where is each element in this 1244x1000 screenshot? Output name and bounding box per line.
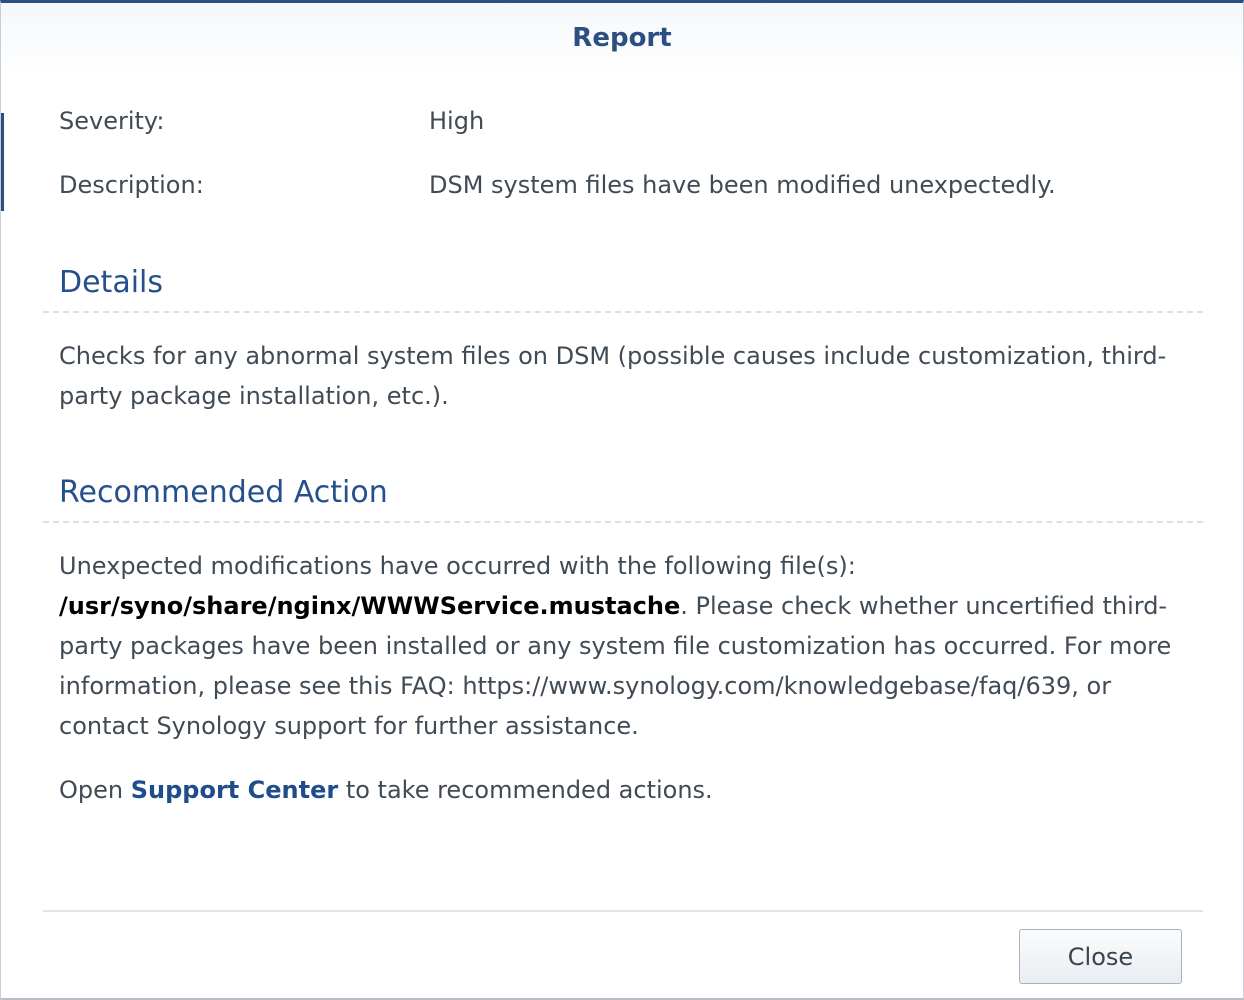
window-edge-accent [1,113,4,211]
severity-value: High [429,107,485,135]
recommended-action-intro: Unexpected modifications have occurred w… [59,552,856,580]
support-center-line: Open Support Center to take recommended … [59,770,1199,810]
report-dialog: Report Severity: High Description: DSM s… [0,0,1244,1000]
details-text: Checks for any abnormal system files on … [59,342,1167,410]
dialog-titlebar[interactable]: Report [1,3,1243,76]
recommended-action-divider [43,521,1203,523]
details-divider [43,311,1203,313]
open-suffix: to take recommended actions. [338,776,713,804]
close-button[interactable]: Close [1019,929,1182,984]
modified-file-path: /usr/syno/share/nginx/WWWService.mustach… [59,592,681,620]
severity-label: Severity: [59,107,165,135]
details-heading: Details [59,265,164,300]
support-center-link[interactable]: Support Center [131,776,338,804]
dialog-title: Report [572,23,672,53]
footer-divider [43,910,1203,912]
open-prefix: Open [59,776,131,804]
recommended-action-heading: Recommended Action [59,475,388,510]
description-value: DSM system files have been modified unex… [429,171,1056,199]
description-label: Description: [59,171,204,199]
recommended-action-text: Unexpected modifications have occurred w… [59,546,1199,746]
